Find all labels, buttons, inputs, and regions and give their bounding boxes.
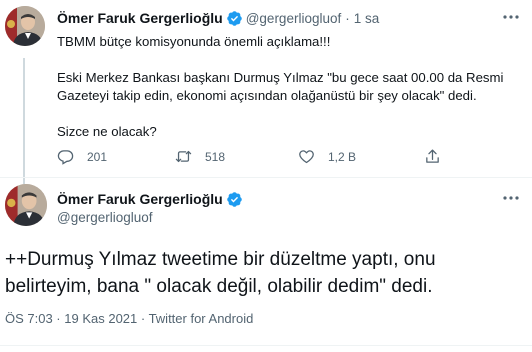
separator-dot: · — [345, 10, 350, 26]
tweet-divider — [0, 177, 532, 178]
tweet-text: ++Durmuş Yılmaz tweetime bir düzeltme ya… — [5, 246, 525, 300]
tweet-line: ++Durmuş Yılmaz tweetime bir düzeltme ya… — [5, 249, 436, 270]
reply-count: 201 — [87, 149, 108, 164]
author-name[interactable]: Ömer Faruk Gergerlioğlu — [57, 10, 223, 26]
thread-connector-line — [23, 58, 25, 184]
share-button[interactable] — [424, 148, 454, 165]
more-options-icon[interactable] — [500, 10, 522, 24]
more-options-icon[interactable] — [500, 191, 522, 205]
verified-badge-icon — [226, 191, 243, 208]
tweet-line: belirteyim, bana " olacak değil, olabili… — [5, 276, 433, 297]
avatar[interactable] — [5, 184, 47, 226]
tweet-metadata[interactable]: ÖS 7:03 · 19 Kas 2021 · Twitter for Andr… — [5, 311, 253, 326]
tweet-header: Ömer Faruk Gergerlioğlu @gergerliogluof — [57, 190, 246, 225]
tweet-timestamp[interactable]: 1 sa — [354, 11, 380, 26]
retweet-button[interactable]: 518 — [175, 148, 225, 165]
reply-button[interactable]: 201 — [57, 148, 107, 165]
avatar[interactable] — [5, 6, 45, 46]
tweet-line: TBMM bütçe komisyonunda önemli açıklama!… — [57, 34, 331, 49]
like-count: 1,2 B — [328, 149, 357, 164]
reply-bubble-icon — [57, 150, 74, 165]
tweet-line: Gazeteyi takip edin, ekonomi açısından o… — [57, 88, 477, 103]
author-name[interactable]: Ömer Faruk Gergerlioğlu — [57, 191, 223, 207]
tweet-header: Ömer Faruk Gergerlioğlu @gergerliogluof … — [57, 9, 379, 27]
like-button[interactable]: 1,2 B — [298, 148, 356, 165]
retweet-count: 518 — [205, 149, 226, 164]
tweet-line: Eski Merkez Bankası başkanı Durmuş Yılma… — [57, 70, 504, 85]
tweet-first[interactable]: Ömer Faruk Gergerlioğlu @gergerliogluof … — [0, 0, 532, 184]
heart-icon — [299, 150, 314, 164]
tweet-text: TBMM bütçe komisyonunda önemli açıklama!… — [57, 33, 519, 141]
author-handle[interactable]: @gergerliogluof — [246, 11, 342, 26]
share-upload-icon — [426, 149, 439, 163]
retweet-arrows-icon — [175, 150, 192, 163]
tweet-divider — [0, 345, 532, 346]
tweet-line: Sizce ne olacak? — [57, 124, 157, 139]
tweet-action-bar: 201 518 1,2 B — [57, 148, 497, 168]
verified-badge-icon — [226, 10, 243, 27]
author-handle[interactable]: @gergerliogluof — [57, 210, 246, 225]
